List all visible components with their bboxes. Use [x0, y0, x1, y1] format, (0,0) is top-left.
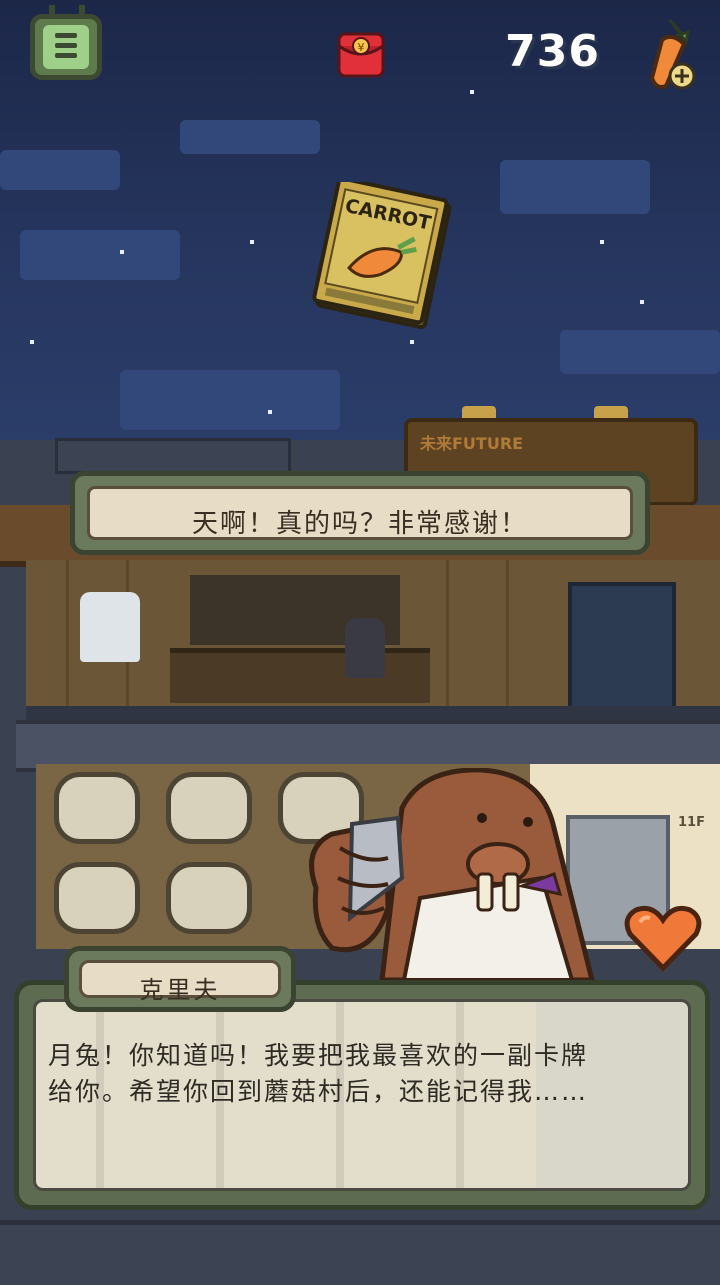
guest-character[interactable] — [345, 618, 385, 678]
carrot-add-icon[interactable] — [632, 14, 706, 94]
dialog-line-1: 月兔！你知道吗！我要把我最喜欢的一副卡牌 — [48, 1041, 589, 1070]
red-envelope-symbol: ¥ — [358, 41, 365, 54]
bar-counter — [170, 648, 430, 703]
menu-list-icon — [43, 25, 89, 69]
heart-icon[interactable] — [622, 904, 704, 974]
capsule-bed[interactable] — [166, 862, 252, 934]
floor-slab — [26, 706, 720, 720]
carrot-card-pack[interactable]: CARROT — [300, 182, 460, 332]
nameplate-panel: 克里夫 — [79, 960, 281, 1004]
coin-count: 736 — [505, 26, 600, 77]
capsule-bed[interactable] — [166, 772, 252, 844]
dialog-text: 月兔！你知道吗！我要把我最喜欢的一副卡牌 给你。希望你回到蘑菇村后，还能记得我…… — [48, 1038, 678, 1110]
reply-text: 天啊！真的吗？非常感谢！ — [191, 509, 528, 539]
menu-button[interactable] — [30, 5, 102, 80]
lower-floor — [0, 1220, 720, 1285]
red-envelope-icon[interactable]: ¥ — [333, 28, 389, 82]
dialog-line-2: 给你。希望你回到蘑菇村后，还能记得我…… — [48, 1077, 589, 1106]
floor-number-label: 11F — [678, 815, 705, 830]
capsule-bed[interactable] — [54, 862, 140, 934]
walrus-character — [309, 768, 595, 980]
elevator-door[interactable] — [568, 582, 676, 710]
reply-bubble-panel: 天啊！真的吗？非常感谢！ — [87, 486, 633, 540]
shop-sign-text: 未来FUTURE — [420, 434, 524, 453]
speaker-nameplate: 克里夫 — [64, 946, 296, 1012]
roof-block — [55, 438, 291, 474]
capsule-bed[interactable] — [54, 772, 140, 844]
guest-character[interactable] — [80, 592, 140, 662]
speaker-name: 克里夫 — [139, 976, 221, 1004]
reply-speech-bubble[interactable]: 天啊！真的吗？非常感谢！ — [70, 471, 650, 555]
